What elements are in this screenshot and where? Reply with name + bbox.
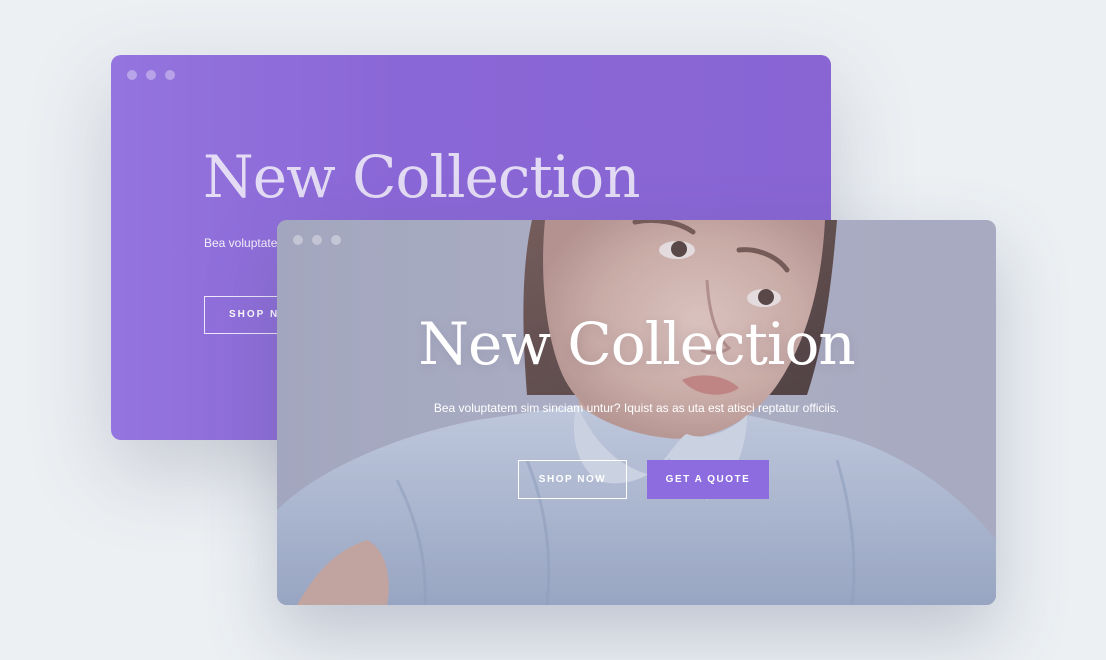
front-window-preview: New Collection Bea voluptatem sim sincia…	[277, 220, 996, 605]
get-a-quote-button[interactable]: GET A QUOTE	[647, 460, 769, 499]
window-dot-icon	[293, 235, 303, 245]
window-dot-icon	[127, 70, 137, 80]
window-dot-icon	[331, 235, 341, 245]
window-dot-icon	[146, 70, 156, 80]
hero-buttons: SHOP NOW GET A QUOTE	[518, 460, 769, 499]
hero-subtitle: Bea voluptatem sim sinciam untur? Iquist…	[433, 401, 840, 415]
window-dot-icon	[165, 70, 175, 80]
window-dot-icon	[312, 235, 322, 245]
window-controls	[293, 235, 341, 245]
shop-now-button[interactable]: SHOP NOW	[518, 460, 627, 499]
back-hero-heading: New Collection	[203, 143, 640, 211]
window-controls	[127, 70, 175, 80]
hero-content: New Collection Bea voluptatem sim sincia…	[277, 220, 996, 605]
hero-heading: New Collection	[418, 310, 856, 378]
back-hero-subtitle: Bea voluptate	[204, 236, 278, 250]
